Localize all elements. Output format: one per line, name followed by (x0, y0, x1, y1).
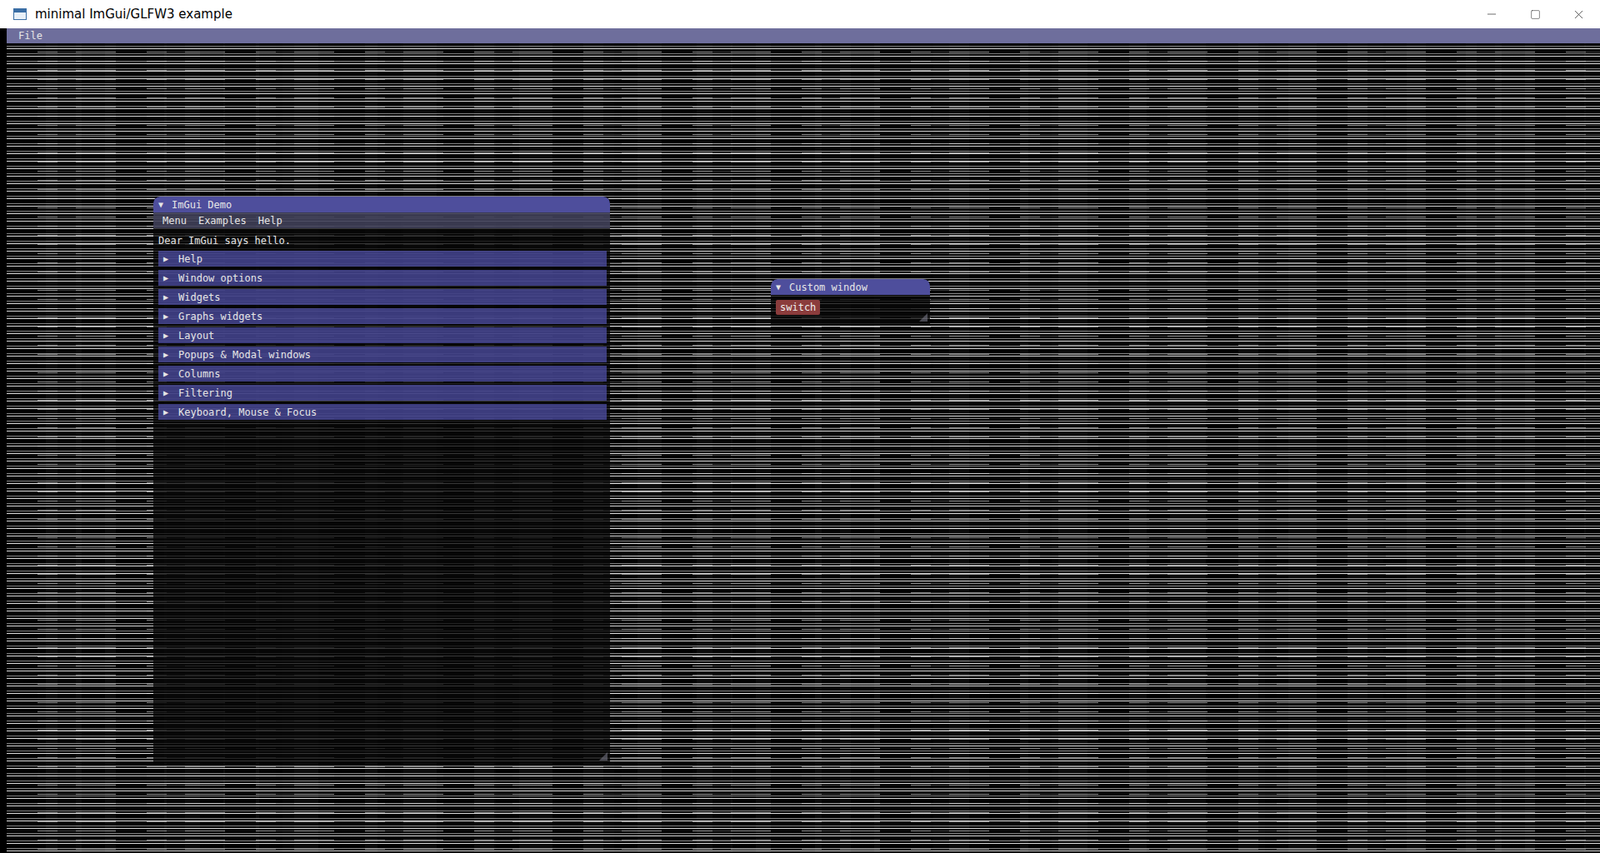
header-arrow: ▶ (163, 407, 172, 417)
collapsing-header[interactable]: ▶Keyboard, Mouse & Focus (158, 404, 607, 420)
menu-item[interactable]: Menu (160, 215, 189, 227)
menu-item[interactable]: File (16, 30, 45, 42)
custom-window[interactable]: ▼Custom window switch (770, 279, 930, 325)
collapsing-header[interactable]: ▶Layout (158, 327, 607, 344)
window-title: minimal ImGui/GLFW3 example (35, 6, 1462, 22)
main-menu-bar: File (6, 28, 1600, 44)
collapsing-header[interactable]: ▶Graphs widgets (158, 308, 607, 325)
app-window: minimal ImGui/GLFW3 example File ▼ImGui De… (0, 0, 1600, 853)
maximize-button[interactable] (1513, 0, 1557, 29)
resize-grip[interactable] (919, 313, 928, 322)
close-button[interactable] (1556, 0, 1600, 29)
minimize-icon (1485, 7, 1499, 21)
header-arrow: ▶ (163, 254, 172, 264)
collapsing-header[interactable]: ▶Help (158, 250, 607, 267)
menu-item[interactable]: Examples (196, 215, 249, 227)
collapsing-header[interactable]: ▶Popups & Modal windows (158, 346, 607, 363)
header-arrow: ▶ (163, 388, 172, 398)
collapse-arrow[interactable]: ▼ (158, 200, 167, 210)
header-arrow: ▶ (163, 292, 172, 302)
header-arrow: ▶ (163, 369, 172, 379)
switch-button[interactable]: switch (775, 300, 820, 315)
demo-menu-bar: Menu Examples Help (153, 212, 610, 229)
menu-item[interactable]: Help (256, 215, 285, 227)
demo-window[interactable]: ▼ImGui Demo Menu Examples Help Dear ImGui sa… (153, 196, 610, 764)
collapsing-header[interactable]: ▶Window options (158, 270, 607, 286)
collapse-arrow[interactable]: ▼ (775, 282, 785, 292)
title-bar[interactable]: minimal ImGui/GLFW3 example (0, 0, 1600, 29)
header-arrow: ▶ (163, 273, 172, 283)
custom-window-title[interactable]: ▼Custom window (770, 279, 930, 295)
collapsing-header[interactable]: ▶Widgets (158, 289, 607, 305)
collapsing-header[interactable]: ▶Filtering (158, 385, 607, 401)
resize-grip[interactable] (599, 752, 608, 761)
demo-window-title[interactable]: ▼ImGui Demo (153, 196, 610, 213)
client-area: File ▼ImGui Demo Menu Examples Help Dear ImGu… (0, 28, 1600, 853)
maximize-icon (1530, 9, 1541, 20)
header-arrow: ▶ (163, 311, 172, 321)
window-controls (1470, 0, 1600, 29)
hello-text: Dear ImGui says hello. (158, 233, 607, 248)
header-arrow: ▶ (163, 350, 172, 360)
app-icon (13, 8, 27, 20)
close-icon (1571, 7, 1586, 22)
header-arrow: ▶ (163, 330, 172, 340)
minimize-button[interactable] (1470, 0, 1514, 29)
collapsing-header[interactable]: ▶Columns (158, 365, 607, 382)
